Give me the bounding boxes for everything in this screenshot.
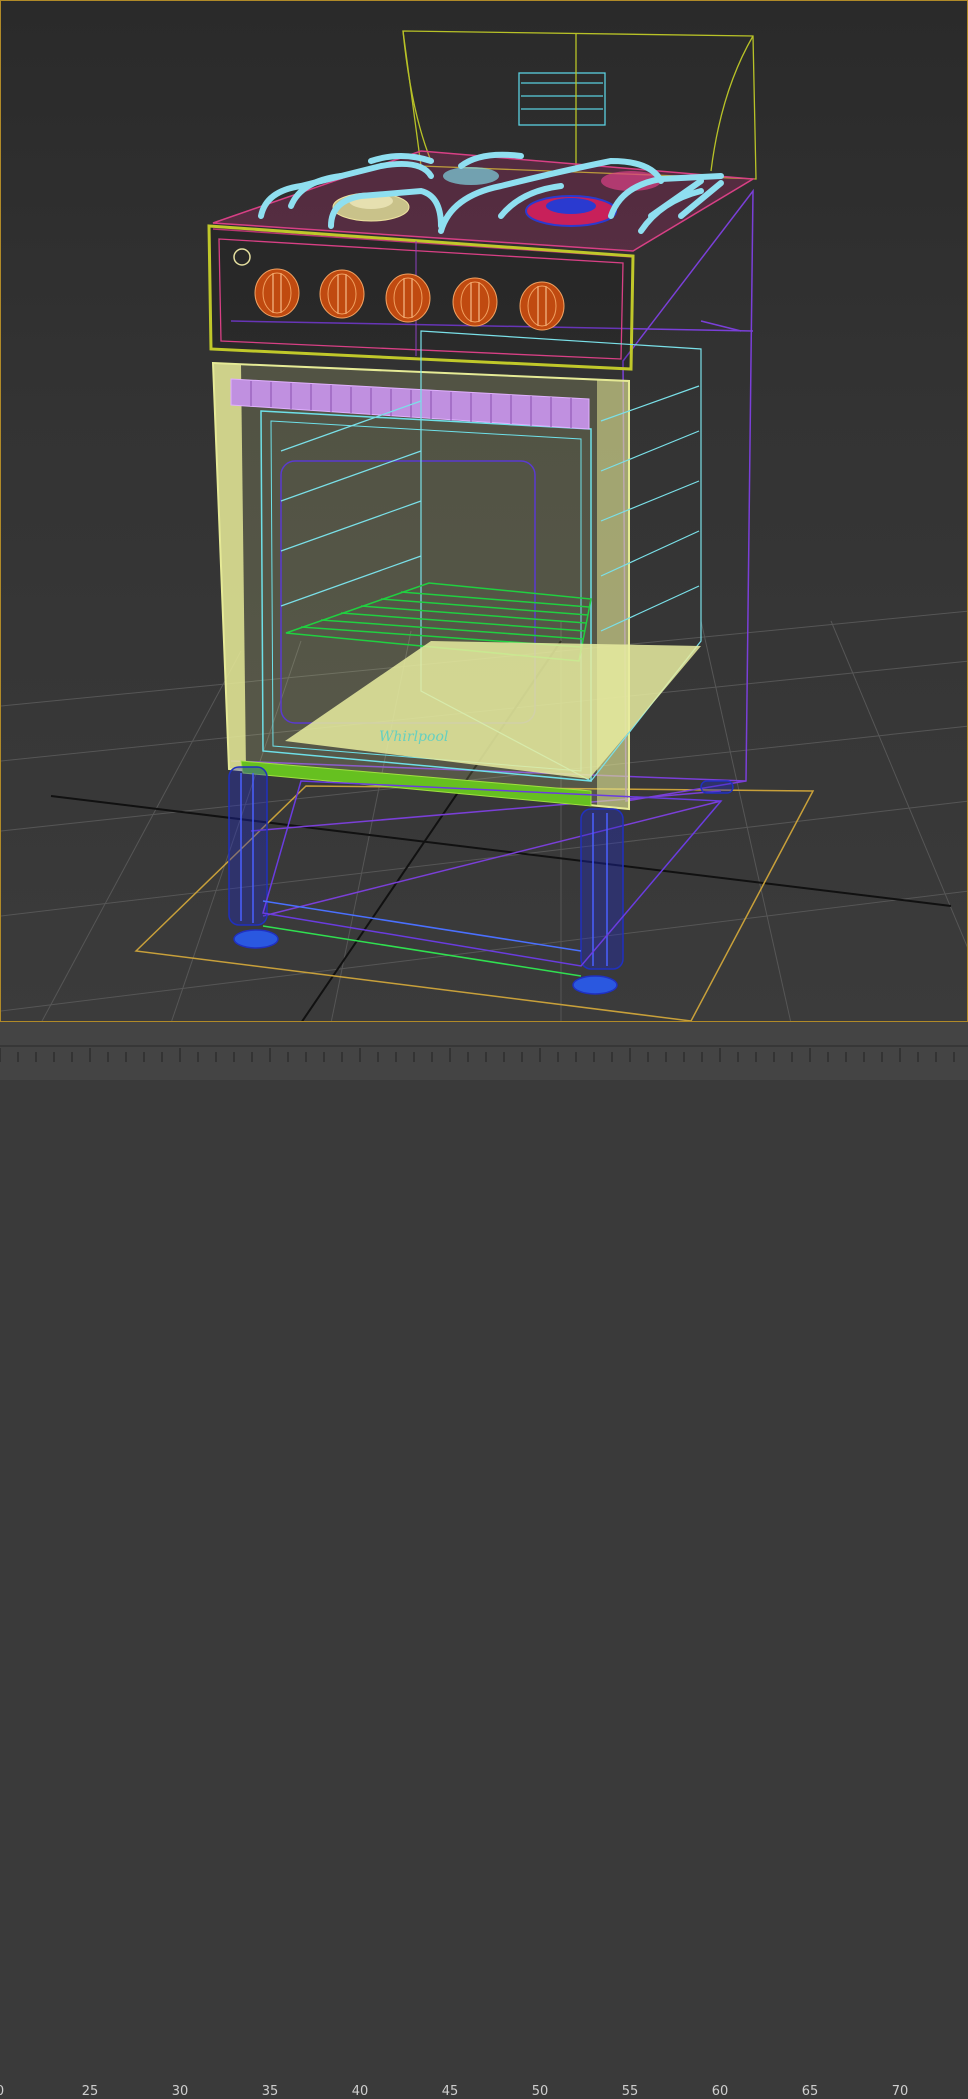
knob-2	[319, 269, 365, 319]
tick-label-50: 50	[531, 2084, 549, 2099]
tick-label-45: 45	[441, 2084, 459, 2099]
tick-label-0: 0	[0, 2084, 4, 2099]
tick-label-60: 60	[711, 2084, 729, 2099]
grid-axis-x	[50, 795, 952, 907]
track-bar[interactable]: 0 25 30 35 40 45 50 55 60 65 70	[0, 1022, 968, 2099]
brand-logo: Whirlpool	[379, 729, 448, 745]
tick-label-65: 65	[801, 2084, 819, 2099]
track-bar-ruler	[0, 1022, 968, 1080]
tick-label-70: 70	[891, 2084, 909, 2099]
knob-5	[519, 281, 565, 331]
knob-1	[254, 268, 300, 318]
3d-viewport[interactable]: Whirlpool	[0, 0, 968, 1022]
tick-label-25: 25	[81, 2084, 99, 2099]
viewport-scene: Whirlpool	[1, 30, 967, 1021]
tick-label-30: 30	[171, 2084, 189, 2099]
tick-label-55: 55	[621, 2084, 639, 2099]
knob-4	[452, 277, 498, 327]
tick-label-35: 35	[261, 2084, 279, 2099]
knob-3	[385, 273, 431, 323]
tick-label-40: 40	[351, 2084, 369, 2099]
